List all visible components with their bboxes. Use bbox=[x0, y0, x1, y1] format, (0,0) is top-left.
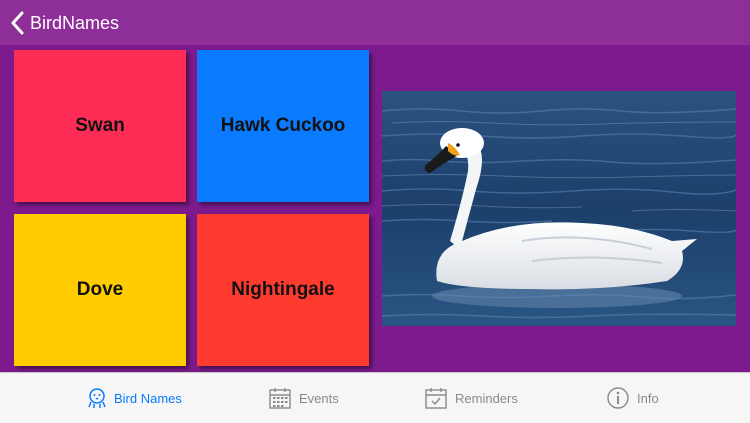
reminder-calendar-icon bbox=[425, 388, 447, 409]
tab-bird-names-label: Bird Names bbox=[114, 390, 182, 406]
tab-bar: Bird Names Events Reminders Info bbox=[0, 372, 750, 423]
bird-icon bbox=[88, 388, 106, 408]
tab-events-label: Events bbox=[299, 390, 339, 406]
tab-reminders-label: Reminders bbox=[455, 390, 518, 406]
navigation-bar: BirdNames bbox=[0, 0, 750, 45]
chevron-left-icon bbox=[11, 11, 24, 35]
tile-swan[interactable]: Swan bbox=[14, 50, 186, 202]
tab-info-label: Info bbox=[637, 390, 659, 406]
back-button[interactable]: BirdNames bbox=[11, 10, 119, 36]
calendar-icon bbox=[269, 388, 291, 409]
info-icon bbox=[607, 387, 629, 409]
swan-photo bbox=[382, 91, 736, 326]
tile-hawk-cuckoo[interactable]: Hawk Cuckoo bbox=[197, 50, 369, 202]
tab-bird-names[interactable]: Bird Names bbox=[87, 373, 182, 423]
tab-events[interactable]: Events bbox=[268, 373, 339, 423]
back-title: BirdNames bbox=[30, 12, 120, 33]
tile-dove[interactable]: Dove bbox=[14, 214, 186, 366]
tab-info[interactable]: Info bbox=[606, 373, 659, 423]
bird-photo bbox=[382, 91, 736, 326]
tab-reminders[interactable]: Reminders bbox=[424, 373, 518, 423]
tile-nightingale[interactable]: Nightingale bbox=[197, 214, 369, 366]
